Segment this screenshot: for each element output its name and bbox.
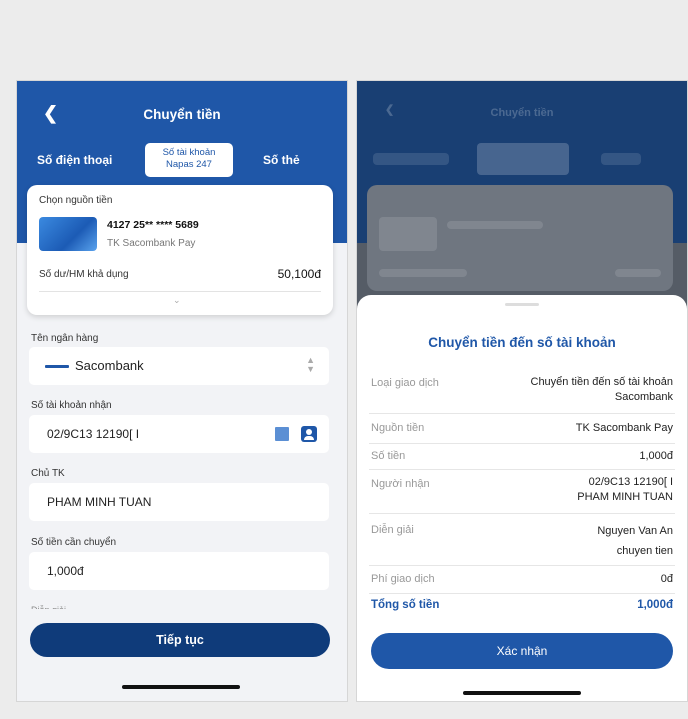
home-indicator	[122, 685, 240, 689]
account-value: 02/9C13 12190[ I	[47, 427, 140, 441]
amount-input[interactable]: 1,000đ	[29, 552, 329, 590]
tab-account-label: Số tài khoản	[162, 147, 216, 158]
dimmed-balance-label	[379, 269, 467, 277]
row-label-fee: Phí giao dịch	[371, 573, 435, 585]
row-label-recipient: Người nhận	[371, 478, 430, 490]
row-value-amount: 1,000đ	[639, 450, 673, 462]
row-value-type-line1: Chuyển tiền đến số tài khoản	[530, 376, 674, 388]
row-label-amount: Số tiền	[371, 450, 406, 462]
sheet-title: Chuyển tiền đến số tài khoản	[428, 335, 616, 350]
bank-select[interactable]: Sacombank ▲ ▼	[29, 347, 329, 385]
amount-label: Số tiền cần chuyển	[31, 537, 117, 548]
divider	[369, 593, 675, 594]
row-value-fee: 0đ	[660, 573, 673, 585]
row-label-type: Loại giao dịch	[371, 377, 439, 389]
bank-card-image	[39, 217, 97, 251]
description-label: Diễn giải	[31, 605, 66, 609]
row-value-recipient-line2: PHAM MINH TUAN	[577, 491, 673, 503]
divider	[369, 443, 675, 444]
divider	[369, 469, 675, 470]
contact-icon[interactable]	[301, 426, 317, 442]
row-value-description: Nguyen Van An chuyen tien	[597, 521, 673, 561]
sort-icon: ▲ ▼	[306, 355, 315, 374]
tab-card-number[interactable]: Số thẻ	[263, 153, 300, 167]
sacombank-logo-icon	[45, 365, 69, 368]
row-label-source: Nguồn tiền	[371, 422, 425, 434]
card-number: 4127 25** **** 5689	[107, 219, 199, 231]
balance-value: 50,100đ	[277, 267, 321, 281]
chevron-down-icon[interactable]: ⌄	[173, 295, 181, 306]
divider	[369, 513, 675, 514]
total-value: 1,000đ	[637, 599, 673, 611]
holder-label: Chủ TK	[31, 468, 65, 479]
divider	[369, 413, 675, 414]
dimmed-card-image	[379, 217, 437, 251]
dimmed-title: Chuyển tiền	[490, 107, 554, 119]
row-value-recipient-line1: 02/9C13 12190[ I	[588, 476, 673, 488]
row-label-description: Diễn giải	[371, 524, 414, 536]
divider	[369, 565, 675, 566]
home-indicator	[463, 691, 581, 695]
row-value-source: TK Sacombank Pay	[575, 422, 673, 434]
card-name: TK Sacombank Pay	[107, 238, 196, 249]
account-label: Số tài khoản nhận	[31, 400, 112, 411]
page-title: Chuyển tiền	[143, 107, 221, 122]
tab-account-number[interactable]: Số tài khoản Napas 247	[145, 143, 233, 177]
tab-phone-number[interactable]: Số điện thoại	[37, 153, 112, 167]
confirm-button[interactable]: Xác nhận	[371, 633, 673, 669]
account-input[interactable]: 02/9C13 12190[ I	[29, 415, 329, 453]
tab-account-sublabel: Napas 247	[166, 159, 212, 170]
dimmed-tab	[601, 153, 641, 165]
dimmed-tab	[373, 153, 449, 165]
holder-input[interactable]: PHAM MINH TUAN	[29, 483, 329, 521]
qr-icon[interactable]	[275, 427, 289, 441]
dimmed-source-card	[367, 185, 673, 291]
confirm-sheet: Chuyển tiền đến số tài khoản Loại giao d…	[357, 295, 687, 701]
continue-button[interactable]: Tiếp tục	[30, 623, 330, 657]
sheet-grabber[interactable]	[505, 303, 539, 306]
row-value-description-line2: chuyen tien	[616, 545, 673, 557]
row-value-recipient: 02/9C13 12190[ I PHAM MINH TUAN	[577, 475, 673, 505]
amount-value: 1,000đ	[47, 564, 84, 578]
row-value-description-line1: Nguyen Van An	[597, 525, 673, 537]
divider	[39, 291, 321, 292]
dimmed-card-number	[447, 221, 543, 229]
row-value-type: Chuyển tiền đến số tài khoản Sacombank	[531, 375, 674, 405]
row-value-type-line2: Sacombank	[614, 391, 673, 403]
source-label: Chọn nguồn tiền	[39, 195, 113, 206]
source-account-card[interactable]: Chọn nguồn tiền 4127 25** **** 5689 TK S…	[27, 185, 333, 315]
bank-label: Tên ngân hàng	[31, 333, 99, 344]
dimmed-balance-value	[615, 269, 661, 277]
total-label: Tổng số tiền	[371, 599, 440, 611]
bank-name: Sacombank	[75, 358, 144, 373]
balance-label: Số dư/HM khả dụng	[39, 269, 129, 280]
holder-value: PHAM MINH TUAN	[47, 495, 152, 509]
dimmed-tab-active	[477, 143, 569, 175]
confirm-screen: ❮ Chuyển tiền Chuyển tiền đến số tài kho…	[356, 80, 688, 702]
transfer-form-screen: ❮ Chuyển tiền Số điện thoại Số tài khoản…	[16, 80, 348, 702]
